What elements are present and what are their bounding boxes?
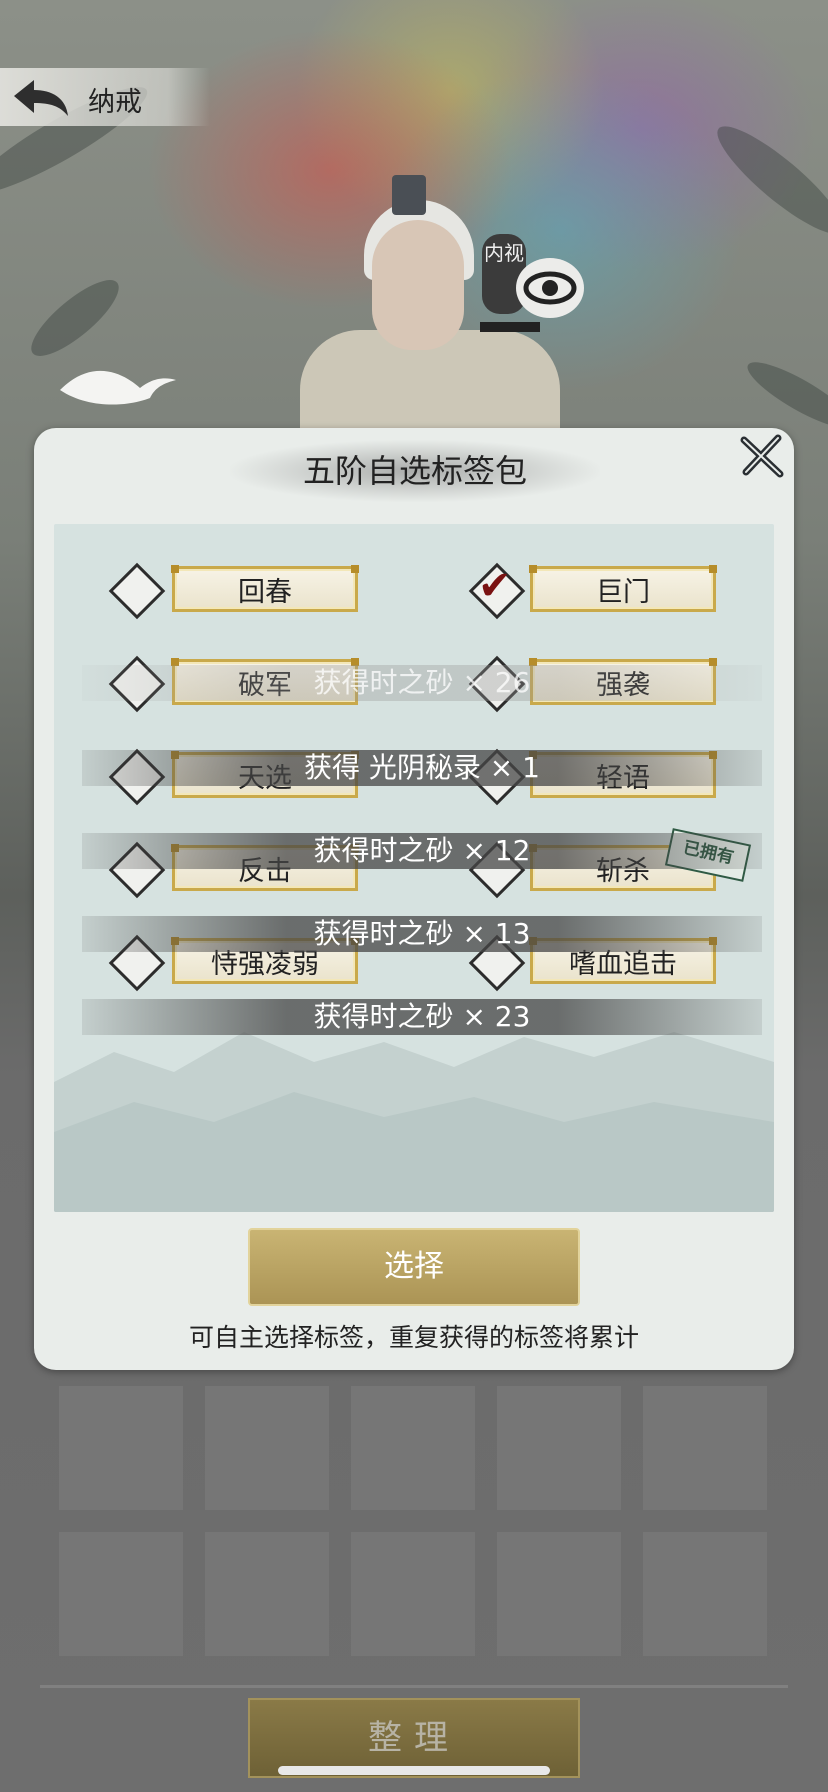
page-title: 纳戒 [88, 87, 142, 118]
tag-option[interactable]: 巨门 [529, 565, 717, 612]
dialog-title: 五阶自选标签包 [302, 452, 527, 490]
reward-toast: 获得时之砂 × 26 [82, 665, 762, 701]
crane-emblem-icon [60, 370, 176, 405]
inventory-slot[interactable] [205, 1532, 329, 1656]
inventory-slot[interactable] [351, 1532, 475, 1656]
hint-text: 可自主选择标签，重复获得的标签将累计 [188, 1323, 639, 1352]
reward-toast: 获得 光阴秘录 × 1 [82, 750, 762, 786]
select-button[interactable]: 选择 [248, 1228, 580, 1306]
tag-option[interactable]: 回春 [171, 565, 359, 612]
inner-view-label: 内视 [484, 241, 524, 265]
inventory-slot[interactable] [205, 1386, 329, 1510]
close-icon[interactable] [738, 432, 786, 480]
character-head [372, 220, 464, 350]
home-indicator[interactable] [278, 1766, 550, 1775]
reward-toast: 获得时之砂 × 12 [82, 833, 762, 869]
inventory-slot[interactable] [497, 1532, 621, 1656]
reward-toast: 获得时之砂 × 13 [82, 916, 762, 952]
bottom-divider [40, 1685, 788, 1688]
inventory-slot[interactable] [497, 1386, 621, 1510]
inventory-slot[interactable] [351, 1386, 475, 1510]
character-crown [392, 175, 426, 215]
inventory-slot[interactable] [643, 1386, 767, 1510]
checkmark-icon: ✔ [478, 563, 512, 609]
back-arrow-icon[interactable] [10, 76, 70, 120]
inventory-slot[interactable] [643, 1532, 767, 1656]
inventory-slot[interactable] [59, 1386, 183, 1510]
reward-toast: 获得时之砂 × 23 [82, 999, 762, 1035]
inventory-slot[interactable] [59, 1532, 183, 1656]
